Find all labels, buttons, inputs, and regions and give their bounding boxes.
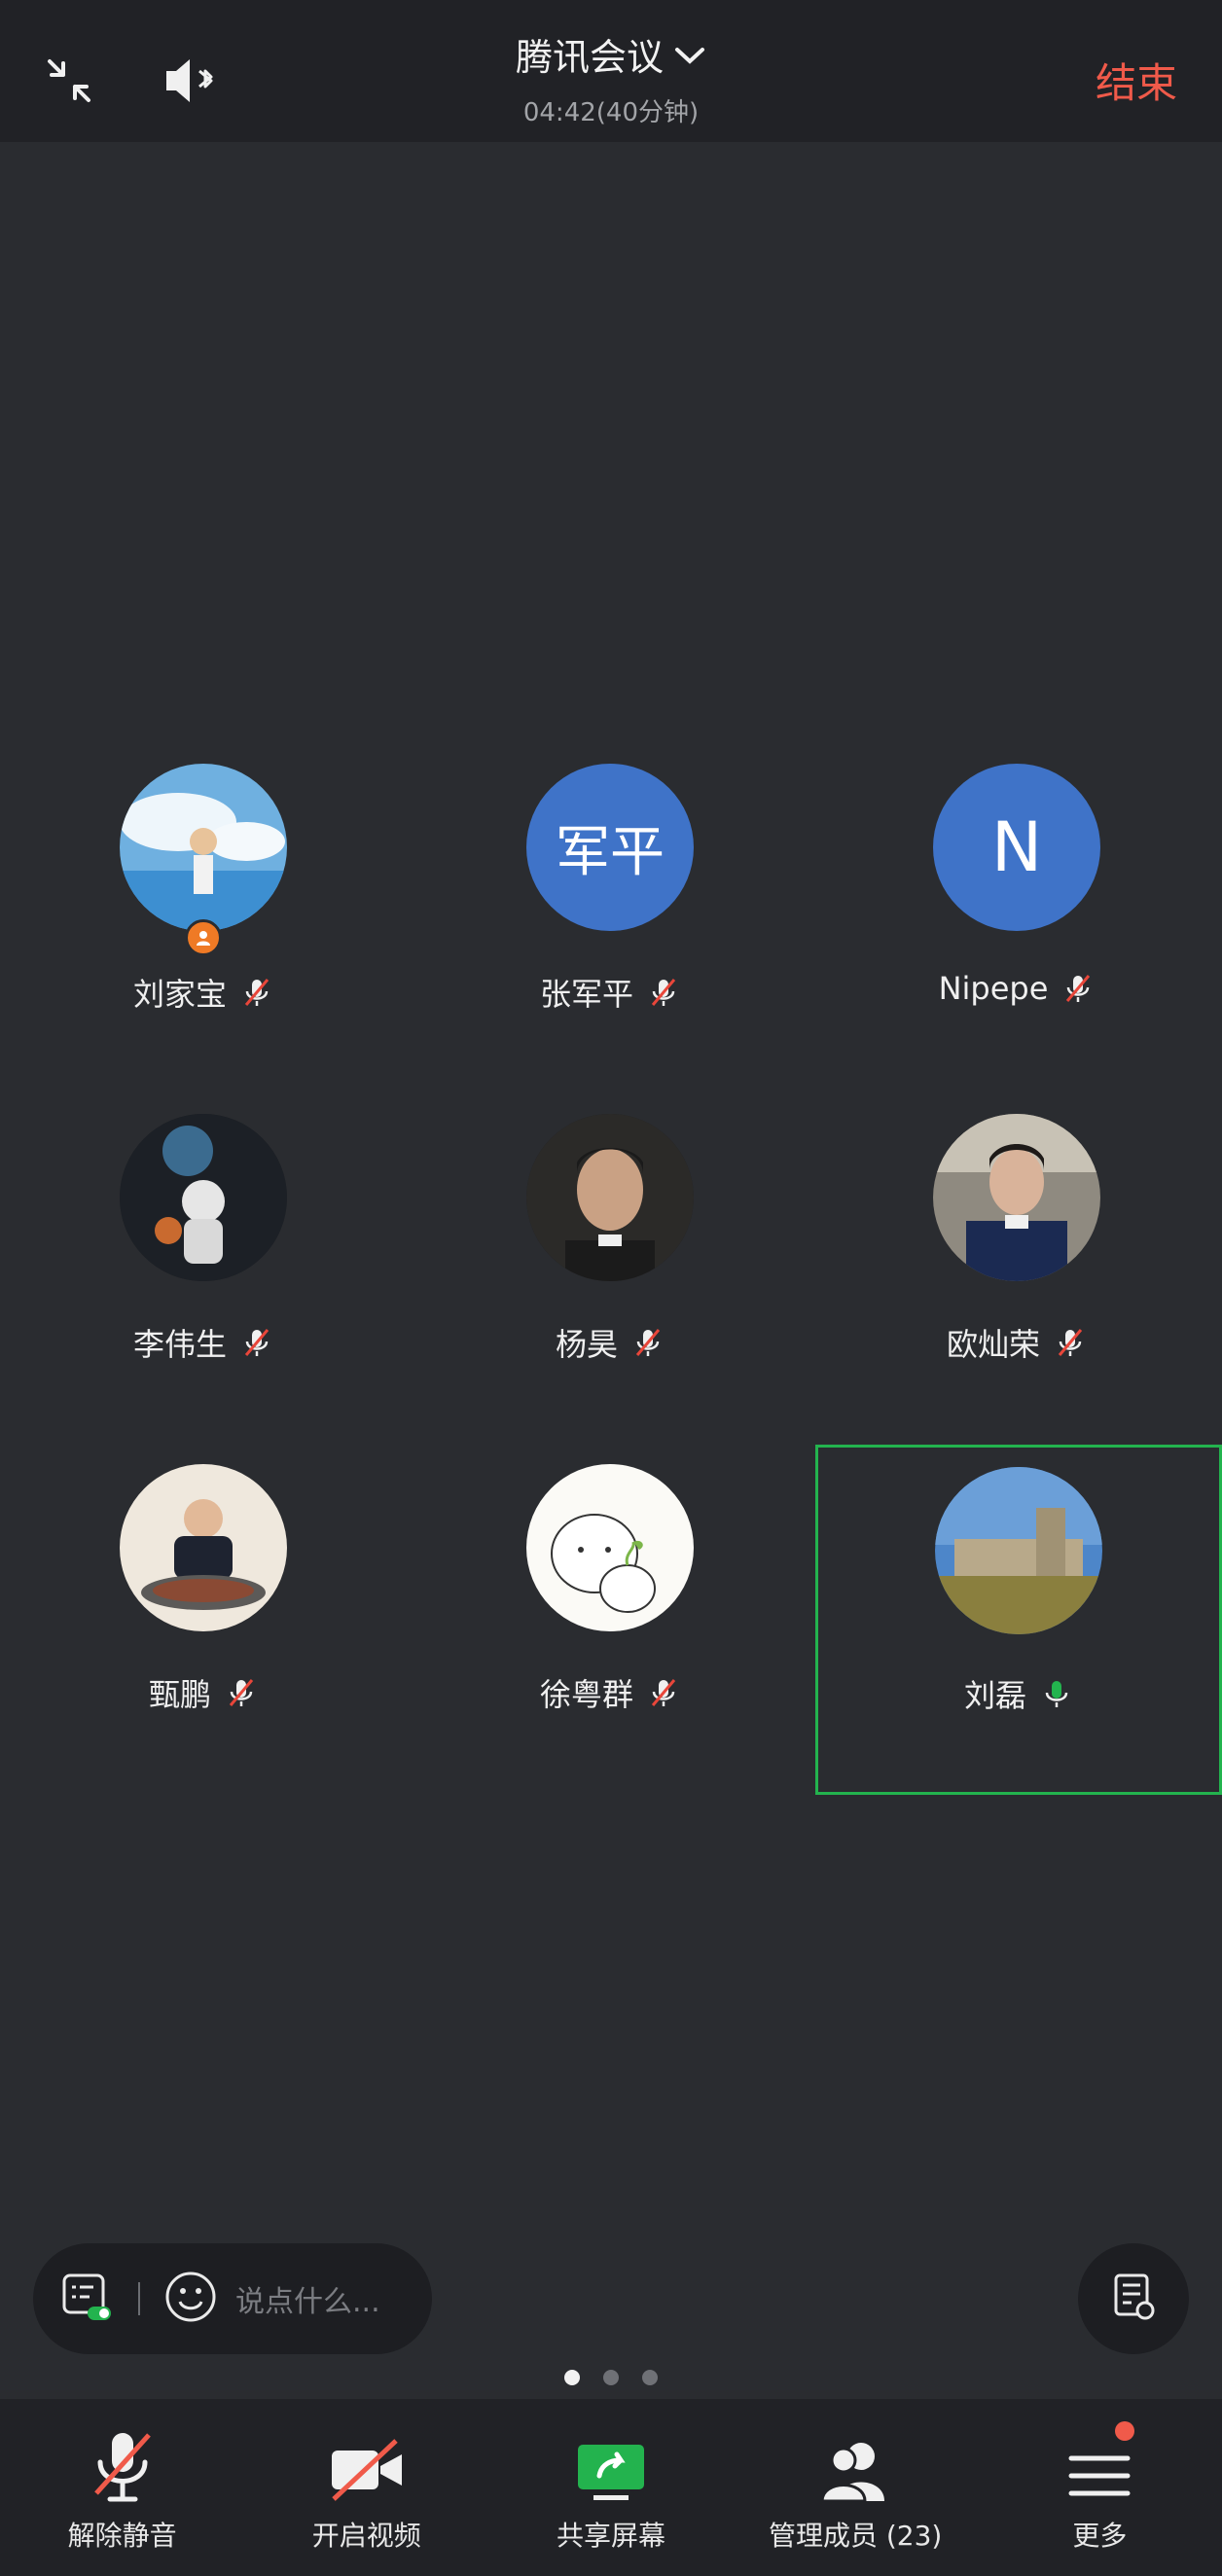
chat-input-placeholder[interactable]: 说点什么...: [235, 2277, 380, 2320]
mic-active-icon: [1040, 1677, 1073, 1710]
caption-toggle-icon[interactable]: [60, 2270, 115, 2328]
meeting-title-area[interactable]: 腾讯会议 04:42(40分钟): [0, 27, 1222, 128]
mic-muted-icon: [631, 1326, 665, 1359]
menu-icon: [983, 2421, 1216, 2505]
start-video-button[interactable]: 开启视频: [250, 2421, 484, 2554]
document-button[interactable]: [1078, 2243, 1189, 2354]
mic-muted-icon: [1054, 1326, 1087, 1359]
participant-name: 徐粤群: [539, 1676, 633, 1713]
page-dot[interactable]: [603, 2370, 619, 2385]
share-screen-icon: [494, 2421, 728, 2505]
mic-muted-icon: [240, 1326, 273, 1359]
participant-name: Nipepe: [938, 970, 1049, 1007]
start-video-label: 开启视频: [311, 2520, 421, 2552]
meeting-screen: 腾讯会议 04:42(40分钟) 结束 刘家宝 军平 张军平 N Nipepe …: [0, 0, 1222, 2576]
document-icon: [1106, 2270, 1161, 2328]
bottom-toolbar: 解除静音 开启视频 共享屏幕 管理成员 (23) 更多: [0, 2399, 1222, 2576]
emoji-icon[interactable]: [163, 2270, 218, 2328]
page-dot[interactable]: [642, 2370, 658, 2385]
avatar: [526, 1114, 694, 1281]
avatar: [526, 1464, 694, 1631]
meeting-title: 腾讯会议: [515, 36, 664, 79]
participant-tile[interactable]: 刘家宝: [0, 764, 407, 1114]
mic-muted-icon: [240, 976, 273, 1009]
page-indicator[interactable]: [0, 2370, 1222, 2385]
participant-tile-active-speaker[interactable]: 刘磊: [815, 1445, 1222, 1795]
avatar: [120, 1114, 287, 1281]
mic-muted-icon: [1061, 972, 1095, 1005]
avatar: [120, 764, 287, 931]
mic-muted-icon: [225, 1676, 258, 1709]
participant-name: 李伟生: [132, 1326, 227, 1363]
mic-muted-icon: [647, 1676, 680, 1709]
members-icon: [738, 2421, 972, 2505]
share-screen-button[interactable]: 共享屏幕: [494, 2421, 728, 2554]
participant-name: 欧灿荣: [946, 1326, 1040, 1363]
video-off-icon: [250, 2421, 484, 2505]
host-badge-icon: [185, 919, 222, 956]
avatar: [933, 1114, 1100, 1281]
more-label: 更多: [1072, 2520, 1128, 2552]
avatar: 军平: [526, 764, 694, 931]
participant-tile[interactable]: N Nipepe: [813, 764, 1220, 1114]
participant-name: 杨昊: [555, 1326, 618, 1363]
page-dot-active[interactable]: [564, 2370, 580, 2385]
participant-name: 甄鹏: [148, 1676, 211, 1713]
participant-tile[interactable]: 军平 张军平: [407, 764, 813, 1114]
manage-members-label: 管理成员 (23): [768, 2520, 943, 2552]
divider: [138, 2282, 140, 2315]
participant-name: 张军平: [539, 976, 633, 1013]
mic-muted-icon: [647, 976, 680, 1009]
more-button[interactable]: 更多: [983, 2421, 1216, 2554]
avatar: [935, 1467, 1102, 1634]
unmute-label: 解除静音: [67, 2520, 177, 2552]
mic-muted-icon: [6, 2421, 239, 2505]
unmute-button[interactable]: 解除静音: [6, 2421, 239, 2554]
chevron-down-icon: [673, 33, 706, 76]
participant-tile[interactable]: 欧灿荣: [813, 1114, 1220, 1464]
participant-tile[interactable]: 徐粤群: [407, 1464, 813, 1814]
participant-name: 刘磊: [963, 1677, 1026, 1714]
avatar: N: [933, 764, 1100, 931]
top-bar: 腾讯会议 04:42(40分钟) 结束: [0, 0, 1222, 142]
avatar: [120, 1464, 287, 1631]
end-meeting-button[interactable]: 结束: [1096, 51, 1177, 110]
participant-tile[interactable]: 杨昊: [407, 1114, 813, 1464]
manage-members-button[interactable]: 管理成员 (23): [738, 2421, 972, 2554]
share-screen-label: 共享屏幕: [556, 2520, 665, 2552]
participant-tile[interactable]: 甄鹏: [0, 1464, 407, 1814]
meeting-duration: 04:42(40分钟): [522, 98, 700, 127]
participant-tile[interactable]: 李伟生: [0, 1114, 407, 1464]
chat-bar[interactable]: 说点什么...: [33, 2243, 432, 2354]
participant-name: 刘家宝: [132, 976, 227, 1013]
